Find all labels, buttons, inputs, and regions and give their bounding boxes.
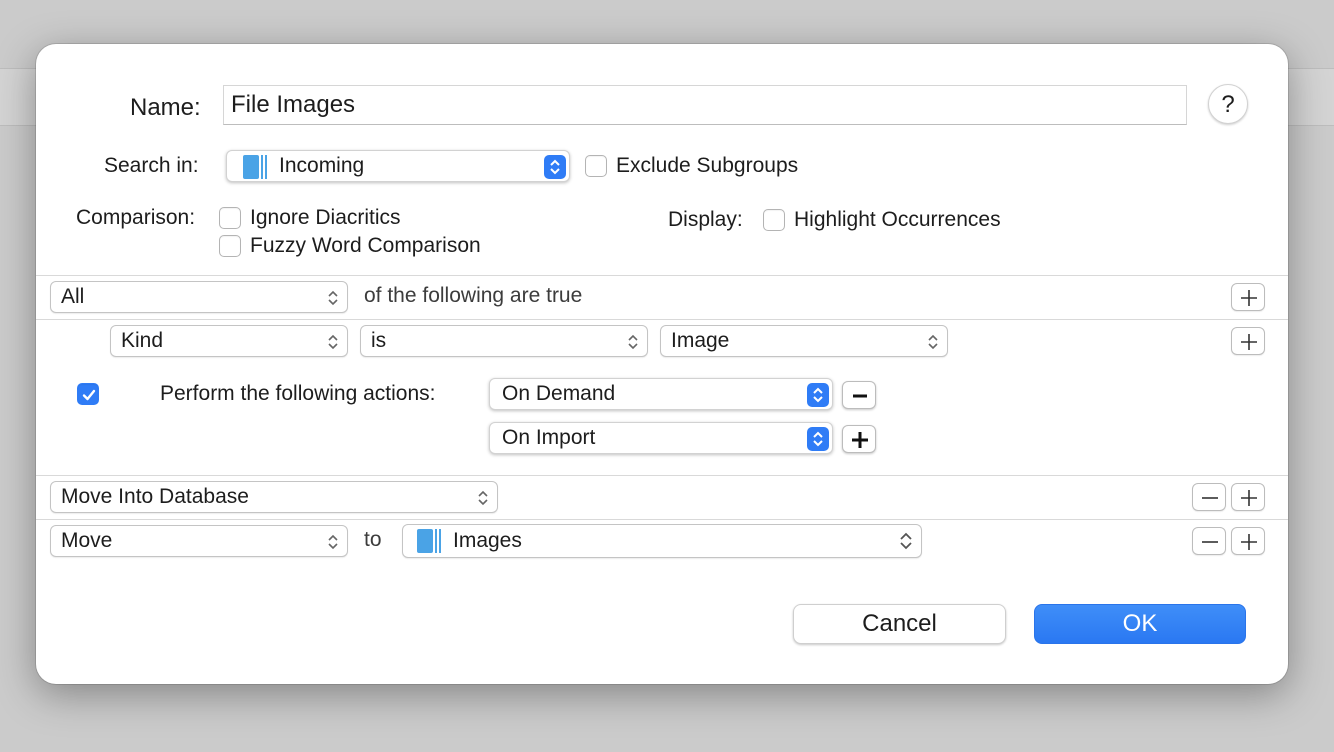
search-in-label: Search in: [104,154,199,177]
minus-icon [1202,497,1218,499]
match-suffix-label: of the following are true [364,284,583,307]
add-trigger-button[interactable] [842,425,876,453]
plus-icon [852,432,868,448]
chevron-updown-icon [328,290,338,306]
cancel-button[interactable]: Cancel [793,604,1006,644]
chevron-updown-icon [807,427,829,451]
add-criteria-button[interactable] [1231,283,1265,311]
exclude-subgroups-checkbox[interactable] [585,155,607,177]
name-label: Name: [130,94,201,121]
exclude-subgroups-label: Exclude Subgroups [616,154,799,177]
remove-action-button[interactable] [1192,483,1226,511]
chevron-updown-icon [928,334,938,350]
trigger-popup-2[interactable]: On Import [489,422,833,454]
chevron-updown-icon [328,334,338,350]
ok-button[interactable]: OK [1034,604,1246,644]
database-icon [417,529,441,553]
name-input[interactable] [224,86,1186,124]
divider [36,275,1288,276]
checkmark-icon [82,389,96,401]
add-action-button[interactable] [1231,527,1265,555]
chevron-updown-icon [807,383,829,407]
remove-action-button[interactable] [1192,527,1226,555]
criteria-value: Image [671,329,730,352]
criteria-field-popup[interactable]: Kind [110,325,348,357]
name-field[interactable] [223,85,1187,125]
chevron-updown-icon [328,534,338,550]
plus-icon [1241,334,1257,350]
minus-icon [853,394,867,398]
action-to-label: to [364,528,382,551]
ignore-diacritics-checkbox[interactable] [219,207,241,229]
criteria-value-popup[interactable]: Image [660,325,948,357]
perform-actions-checkbox[interactable] [77,383,99,405]
chevron-updown-icon [900,532,912,550]
divider [36,319,1288,320]
search-in-value: Incoming [279,154,365,177]
help-button[interactable]: ? [1208,84,1248,124]
action-popup-1[interactable]: Move Into Database [50,481,498,513]
add-action-button[interactable] [1231,483,1265,511]
highlight-occurrences-checkbox[interactable] [763,209,785,231]
criteria-operator-value: is [371,329,387,352]
match-value: All [61,285,85,308]
criteria-operator-popup[interactable]: is [360,325,648,357]
comparison-label: Comparison: [76,206,196,229]
display-label: Display: [668,208,743,231]
plus-icon [1241,534,1257,550]
destination-value: Images [453,529,522,552]
divider [36,475,1288,476]
trigger-value-1: On Demand [502,382,616,405]
action-popup-2[interactable]: Move [50,525,348,557]
chevron-updown-icon [544,155,566,179]
highlight-occurrences-label: Highlight Occurrences [794,208,1001,231]
ignore-diacritics-label: Ignore Diacritics [250,206,401,229]
divider [36,519,1288,520]
add-rule-button[interactable] [1231,327,1265,355]
match-popup[interactable]: All [50,281,348,313]
trigger-value-2: On Import [502,426,596,449]
action-value-1: Move Into Database [61,485,249,508]
fuzzy-word-checkbox[interactable] [219,235,241,257]
trigger-popup-1[interactable]: On Demand [489,378,833,410]
plus-icon [1241,290,1257,306]
minus-icon [1202,541,1218,543]
criteria-field-value: Kind [121,329,164,352]
plus-icon [1241,490,1257,506]
smart-rule-dialog: Name: ? Search in: Incoming Exclude Subg… [36,44,1288,684]
chevron-updown-icon [628,334,638,350]
remove-trigger-button[interactable] [842,381,876,409]
fuzzy-word-label: Fuzzy Word Comparison [250,234,481,257]
action-value-2: Move [61,529,113,552]
search-in-popup[interactable]: Incoming [226,150,570,182]
chevron-updown-icon [478,490,488,506]
database-icon [243,155,267,179]
perform-actions-label: Perform the following actions: [160,382,436,405]
destination-popup[interactable]: Images [402,524,922,558]
